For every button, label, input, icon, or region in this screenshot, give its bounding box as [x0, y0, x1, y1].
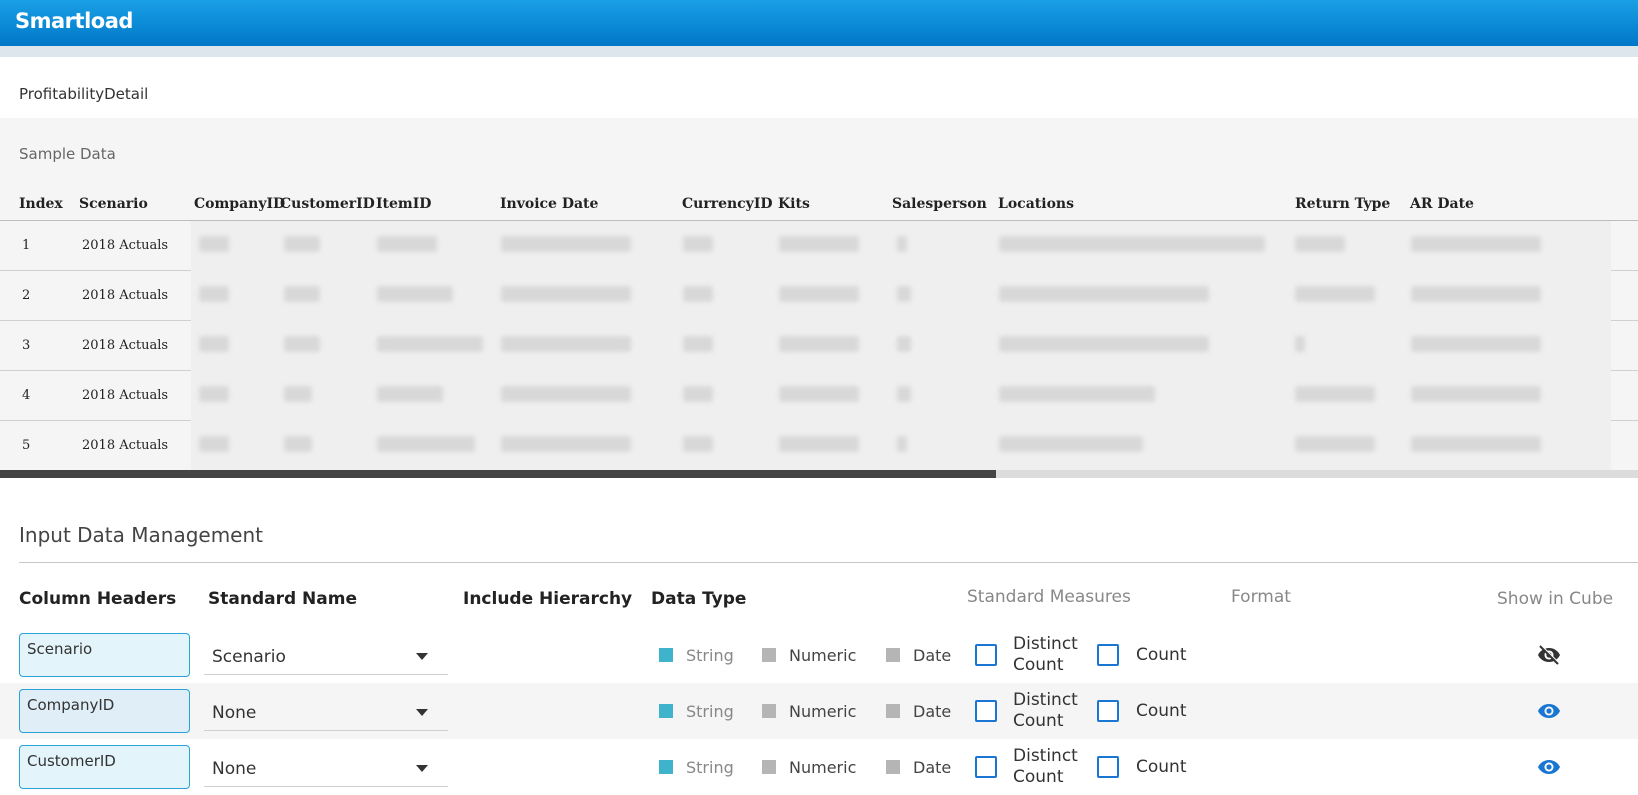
data-type-header: Data Type [651, 589, 747, 609]
column-header-customerid: CustomerID [280, 196, 375, 212]
app-header: Smartload [0, 0, 1638, 46]
index-cell: 1 [22, 238, 31, 253]
standard-name-value: Scenario [212, 647, 286, 667]
sample-data-title: Sample Data [19, 145, 116, 163]
scrollbar-thumb[interactable] [0, 470, 996, 478]
count-label: Count [1136, 757, 1187, 777]
app-title[interactable]: Smartload [15, 9, 133, 33]
string-label: String [686, 758, 734, 777]
unselected-indicator [886, 760, 900, 774]
column-config-row: CompanyID None String Numeric Date Disti… [0, 683, 1638, 739]
count-label: Count [1136, 645, 1187, 665]
eye-off-icon[interactable] [1537, 643, 1561, 667]
chevron-down-icon [416, 765, 428, 772]
column-header-index: Index [19, 196, 63, 212]
scenario-cell: 2018 Actuals [82, 338, 169, 353]
numeric-label: Numeric [789, 702, 857, 721]
distinct-count-label: Distinct Count [1013, 746, 1078, 787]
redacted-cells [191, 371, 1611, 421]
standard-name-header: Standard Name [208, 589, 357, 609]
column-header-locations: Locations [998, 196, 1074, 212]
redacted-cells [191, 271, 1611, 321]
standard-name-select[interactable]: None [204, 747, 448, 787]
column-header-scenario: Scenario [79, 196, 148, 212]
table-row: 5 2018 Actuals [0, 421, 1638, 471]
show-in-cube-header: Show in Cube [1497, 589, 1614, 609]
unselected-indicator [886, 648, 900, 662]
redacted-cells [191, 421, 1611, 471]
string-label: String [686, 646, 734, 665]
format-header: Format [1231, 587, 1291, 607]
eye-icon[interactable] [1537, 699, 1561, 723]
column-header-field[interactable]: Scenario [19, 633, 190, 677]
sample-data-panel: Sample Data Index Scenario CompanyID Cus… [0, 118, 1638, 478]
scenario-cell: 2018 Actuals [82, 238, 169, 253]
index-cell: 5 [22, 438, 31, 453]
scenario-cell: 2018 Actuals [82, 438, 169, 453]
table-row: 2 2018 Actuals [0, 271, 1638, 321]
distinct-count-label: Distinct Count [1013, 634, 1078, 675]
unselected-indicator [762, 760, 776, 774]
standard-name-select[interactable]: Scenario [204, 635, 448, 675]
chevron-down-icon [416, 653, 428, 660]
distinct-count-checkbox[interactable] [975, 756, 997, 778]
redacted-cells [191, 221, 1611, 271]
column-header-ar-date: AR Date [1410, 196, 1474, 212]
index-cell: 3 [22, 338, 31, 353]
column-headers-header: Column Headers [19, 589, 177, 609]
unselected-indicator [762, 648, 776, 662]
column-header-kits: Kits [778, 196, 810, 212]
column-header-currencyid: CurrencyID [682, 196, 773, 212]
string-label: String [686, 702, 734, 721]
sample-table-header: Index Scenario CompanyID CustomerID Item… [0, 193, 1638, 221]
date-label: Date [913, 646, 952, 665]
standard-name-value: None [212, 703, 257, 723]
standard-name-value: None [212, 759, 257, 779]
scenario-cell: 2018 Actuals [82, 388, 169, 403]
column-header-return-type: Return Type [1295, 196, 1391, 212]
date-label: Date [913, 758, 952, 777]
standard-name-select[interactable]: None [204, 691, 448, 731]
unselected-indicator [886, 704, 900, 718]
index-cell: 2 [22, 288, 31, 303]
table-row: 3 2018 Actuals [0, 321, 1638, 371]
numeric-label: Numeric [789, 758, 857, 777]
scenario-cell: 2018 Actuals [82, 288, 169, 303]
index-cell: 4 [22, 388, 31, 403]
selected-indicator [659, 704, 673, 718]
date-label: Date [913, 702, 952, 721]
column-header-itemid: ItemID [376, 196, 432, 212]
header-divider [0, 46, 1638, 57]
column-config-row: Scenario Scenario String Numeric Date Di… [0, 627, 1638, 683]
column-header-field[interactable]: CustomerID [19, 745, 190, 789]
column-header-field[interactable]: CompanyID [19, 689, 190, 733]
distinct-count-checkbox[interactable] [975, 644, 997, 666]
table-name: ProfitabilityDetail [19, 85, 149, 103]
distinct-count-label: Distinct Count [1013, 690, 1078, 731]
chevron-down-icon [416, 709, 428, 716]
column-config-row: CustomerID None String Numeric Date Dist… [0, 739, 1638, 795]
count-label: Count [1136, 701, 1187, 721]
standard-measures-header: Standard Measures [967, 587, 1131, 607]
column-header-salesperson: Salesperson [892, 196, 987, 212]
numeric-label: Numeric [789, 646, 857, 665]
section-divider [19, 562, 1638, 563]
selected-indicator [659, 760, 673, 774]
count-checkbox[interactable] [1097, 644, 1119, 666]
table-row: 4 2018 Actuals [0, 371, 1638, 421]
redacted-cells [191, 321, 1611, 371]
include-hierarchy-header: Include Hierarchy [463, 589, 633, 609]
column-header-invoice-date: Invoice Date [500, 196, 599, 212]
eye-icon[interactable] [1537, 755, 1561, 779]
column-header-companyid: CompanyID [194, 196, 286, 212]
input-data-management-title: Input Data Management [19, 523, 264, 547]
table-row: 1 2018 Actuals [0, 221, 1638, 271]
count-checkbox[interactable] [1097, 700, 1119, 722]
unselected-indicator [762, 704, 776, 718]
count-checkbox[interactable] [1097, 756, 1119, 778]
distinct-count-checkbox[interactable] [975, 700, 997, 722]
selected-indicator [659, 648, 673, 662]
